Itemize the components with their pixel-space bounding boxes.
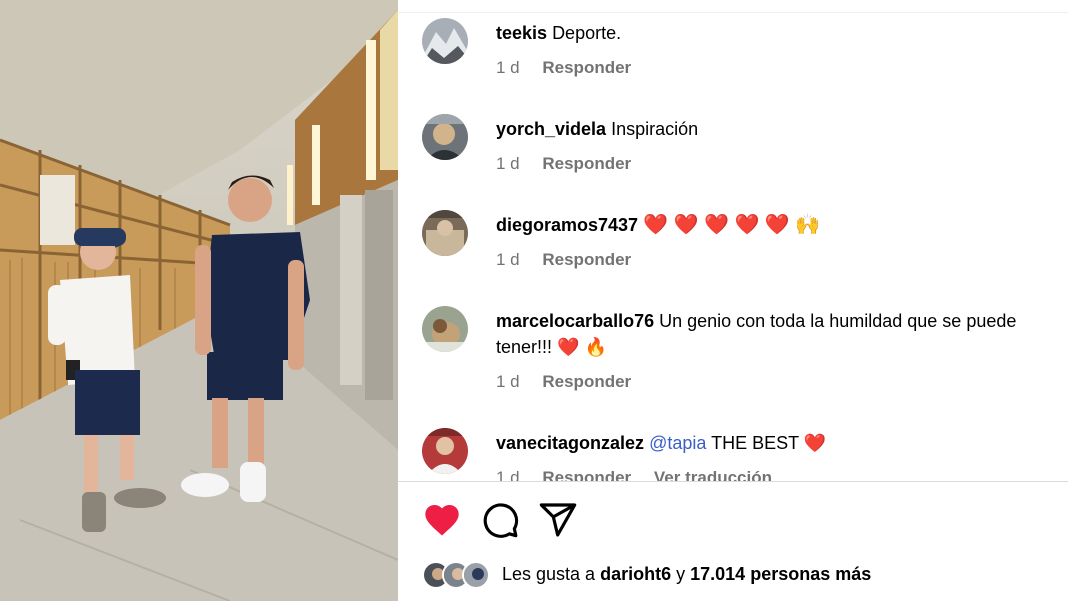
avatar[interactable] [422,114,468,160]
comment-meta: 1 d Responder [496,58,649,78]
comment-body: Inspiración [611,119,699,139]
actions-divider [398,481,1068,482]
reply-button[interactable]: Responder [542,58,631,77]
avatar[interactable] [422,18,468,64]
avatar[interactable] [422,306,468,352]
avatar[interactable] [422,210,468,256]
comments-list[interactable]: teekis Deporte. 1 d Responder yorch_vide… [398,0,1068,481]
liker-username[interactable]: darioht6 [600,564,671,584]
likes-summary[interactable]: Les gusta a darioht6 y 17.014 personas m… [422,560,1062,590]
comment-text: marcelocarballo76 Un genio con toda la h… [496,308,1036,360]
comment-text: yorch_videla Inspiración [496,116,1056,142]
reply-button[interactable]: Responder [542,154,631,173]
post-photo[interactable] [0,0,398,601]
comment-username[interactable]: vanecitagonzalez [496,433,644,453]
avatar [462,561,490,589]
heart-filled-icon[interactable] [422,500,462,540]
comment-username[interactable]: marcelocarballo76 [496,311,654,331]
avatar[interactable] [422,428,468,474]
reply-button[interactable]: Responder [542,468,631,481]
reply-button[interactable]: Responder [542,372,631,391]
comments-panel: teekis Deporte. 1 d Responder yorch_vide… [398,0,1068,601]
mention-link[interactable]: @tapia [649,433,706,453]
comment-text: teekis Deporte. [496,20,1056,46]
comment-time[interactable]: 1 d [496,250,520,269]
comment-meta: 1 d Responder [496,250,649,270]
comment-time[interactable]: 1 d [496,154,520,173]
comment-text: vanecitagonzalez @tapia THE BEST ❤️ [496,430,1056,456]
comment-time[interactable]: 1 d [496,468,520,481]
comment-bubble-icon[interactable] [480,500,520,540]
comment-username[interactable]: yorch_videla [496,119,606,139]
comment-body: Deporte. [552,23,622,43]
comment-username[interactable]: diegoramos7437 [496,215,638,235]
liker-avatars [422,560,502,590]
comment-meta: 1 d Responder [496,154,649,174]
likes-count[interactable]: 17.014 personas más [690,564,871,584]
comment-time[interactable]: 1 d [496,58,520,77]
comment-body: ❤️ ❤️ ❤️ ❤️ ❤️ 🙌 [643,214,821,236]
comment-meta: 1 d Responder Ver traducción [496,468,790,481]
comment-meta: 1 d Responder [496,372,649,392]
translate-link[interactable]: Ver traducción [654,468,772,481]
paper-plane-icon[interactable] [538,500,578,540]
photo-scene [0,0,398,601]
likes-prefix: Les gusta a [502,564,596,584]
likes-connector: y [676,564,686,584]
reply-button[interactable]: Responder [542,250,631,269]
comment-time[interactable]: 1 d [496,372,520,391]
likes-text: Les gusta a darioht6 y 17.014 personas m… [502,564,871,585]
comment-username[interactable]: teekis [496,23,547,43]
comment-text: diegoramos7437 ❤️ ❤️ ❤️ ❤️ ❤️ 🙌 [496,212,1056,238]
comment-body: THE BEST ❤️ [711,433,827,453]
